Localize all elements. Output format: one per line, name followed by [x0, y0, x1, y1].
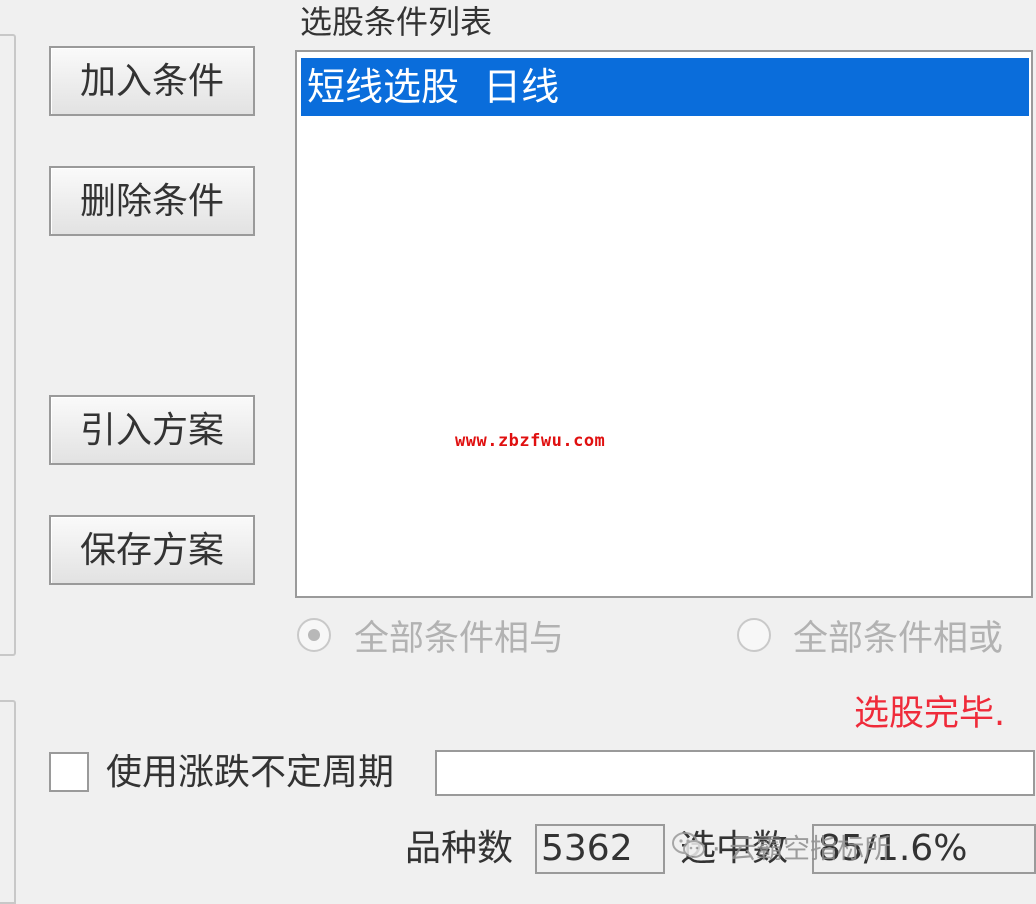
add-condition-button[interactable]: 加入条件: [49, 46, 255, 116]
stock-count-label: 品种数: [405, 828, 514, 869]
delete-condition-button[interactable]: 删除条件: [49, 166, 255, 236]
import-scheme-button[interactable]: 引入方案: [49, 395, 255, 465]
watermark-url: www.zbzfwu.com: [455, 431, 606, 451]
stock-count-value: 5362: [535, 824, 665, 874]
all-and-radio[interactable]: [297, 618, 331, 652]
all-and-radio-label: 全部条件相与: [354, 619, 565, 659]
save-scheme-button[interactable]: 保存方案: [49, 515, 255, 585]
condition-list[interactable]: 短线选股 日线: [295, 50, 1033, 598]
condition-list-item[interactable]: 短线选股 日线: [301, 58, 1029, 116]
status-message: 选股完毕.: [854, 694, 1006, 734]
variable-period-label: 使用涨跌不定周期: [106, 752, 395, 793]
all-or-radio[interactable]: [737, 618, 771, 652]
variable-period-checkbox[interactable]: [49, 752, 89, 792]
wechat-watermark-text: · 云霸空指标所: [712, 833, 892, 865]
left-lower-panel-frame: [0, 700, 16, 904]
wechat-watermark: · 云霸空指标所: [672, 826, 891, 866]
left-panel-frame: [0, 34, 16, 656]
condition-list-caption: 选股条件列表: [300, 3, 493, 41]
wechat-icon: [672, 832, 705, 858]
period-input[interactable]: [435, 750, 1035, 796]
all-or-radio-label: 全部条件相或: [793, 619, 1004, 659]
